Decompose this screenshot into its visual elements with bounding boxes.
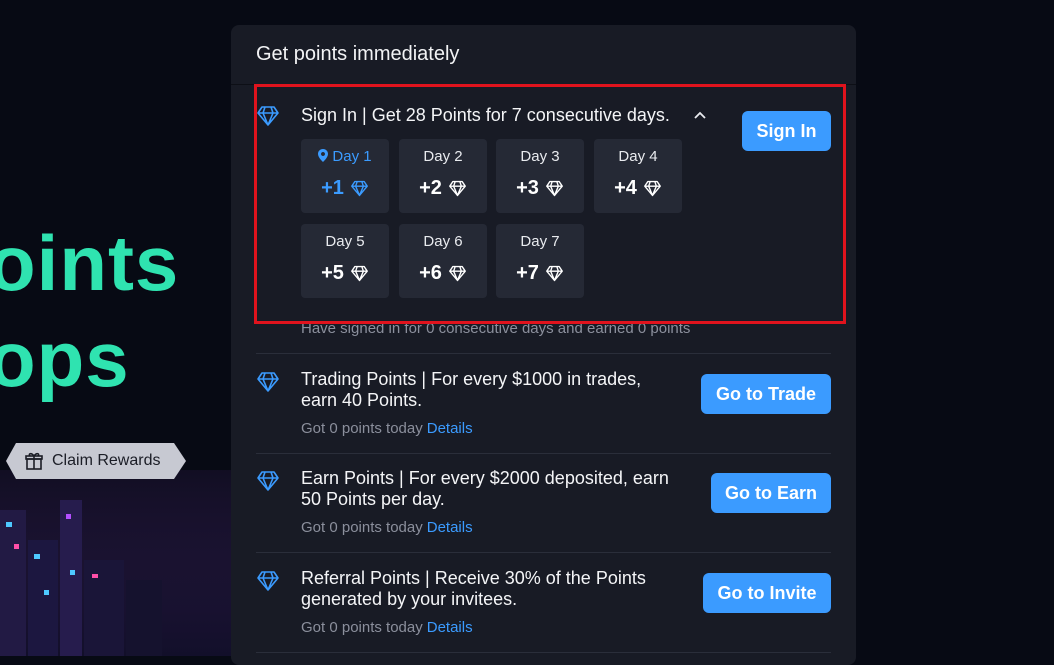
day-points: +2 [399,177,487,200]
day-tile: Day 4 +4 [594,139,682,213]
day-tile: Day 3 +3 [496,139,584,213]
divider [256,652,831,653]
day-tile: Day 1 +1 [301,139,389,213]
diamond-icon [350,180,368,197]
day-points-value: +2 [419,177,442,199]
day-label-text: Day 2 [423,148,463,165]
day-points-value: +5 [321,262,344,284]
diamond-icon [643,180,661,197]
task-status: Got 0 points today Details [301,519,473,536]
diamond-icon [257,471,279,491]
location-pin-icon [318,149,329,162]
day-label-text: Day 6 [423,233,463,250]
diamond-icon [545,180,563,197]
sign-in-button[interactable]: Sign In [742,111,831,151]
details-link[interactable]: Details [427,420,473,437]
day-points-value: +1 [321,177,344,199]
task-title-line-1: Earn Points | For every $2000 deposited,… [301,468,669,488]
hero-title-line-2: ops [0,315,130,403]
hero-title-line-1: oints [0,219,180,307]
day-tile: Day 5 +5 [301,224,389,298]
diamond-icon [448,265,466,282]
day-label: Day 6 [399,233,487,250]
points-panel: Get points immediately Sign In | Get 28 … [231,25,856,665]
divider [231,84,856,85]
day-tile: Day 7 +7 [496,224,584,298]
city-illustration [0,470,232,656]
day-points-value: +7 [516,262,539,284]
day-tile: Day 2 +2 [399,139,487,213]
day-points-value: +6 [419,262,442,284]
day-points: +4 [594,177,682,200]
day-label: Day 2 [399,148,487,165]
task-title-line-2: 50 Points per day. [301,489,445,509]
task-status-text: Got 0 points today [301,619,423,636]
day-label: Day 3 [496,148,584,165]
day-label: Day 7 [496,233,584,250]
task-title-line-1: Referral Points | Receive 30% of the Poi… [301,568,646,588]
details-link[interactable]: Details [427,619,473,636]
task-action-button[interactable]: Go to Invite [703,573,831,613]
diamond-icon [350,265,368,282]
day-label-text: Day 3 [520,148,560,165]
task-status-text: Got 0 points today [301,519,423,536]
gift-icon [25,452,43,470]
task-status: Got 0 points today Details [301,420,473,437]
task-title-line-1: Trading Points | For every $1000 in trad… [301,369,642,389]
day-points: +7 [496,262,584,285]
day-tile: Day 6 +6 [399,224,487,298]
day-label: Day 5 [301,233,389,250]
day-points: +1 [301,177,389,200]
day-label-text: Day 4 [618,148,658,165]
details-link[interactable]: Details [427,519,473,536]
diamond-icon [257,106,279,126]
day-points: +6 [399,262,487,285]
diamond-icon [257,372,279,392]
divider [256,353,831,354]
day-label: Day 4 [594,148,682,165]
task-title-line-2: generated by your invitees. [301,589,518,609]
sign-in-title: Sign In | Get 28 Points for 7 consecutiv… [301,105,670,125]
divider [256,453,831,454]
diamond-icon [448,180,466,197]
day-label-text: Day 7 [520,233,560,250]
day-points: +3 [496,177,584,200]
diamond-icon [545,265,563,282]
day-label: Day 1 [301,148,389,165]
sign-in-status: Have signed in for 0 consecutive days an… [301,320,691,337]
day-points-value: +4 [614,177,637,199]
day-label-text: Day 5 [325,233,365,250]
chevron-up-icon[interactable] [693,110,707,120]
task-status: Got 0 points today Details [301,619,473,636]
task-action-button[interactable]: Go to Trade [701,374,831,414]
hero-banner: oints ops Claim Rewards [0,0,232,656]
task-action-button[interactable]: Go to Earn [711,473,831,513]
diamond-icon [257,571,279,591]
divider [256,552,831,553]
task-title-line-2: earn 40 Points. [301,390,423,410]
claim-rewards-label: Claim Rewards [52,452,161,469]
day-points: +5 [301,262,389,285]
day-points-value: +3 [516,177,539,199]
day-label-text: Day 1 [332,148,372,165]
claim-rewards-button[interactable]: Claim Rewards [6,443,186,479]
task-status-text: Got 0 points today [301,420,423,437]
panel-title: Get points immediately [256,43,460,65]
